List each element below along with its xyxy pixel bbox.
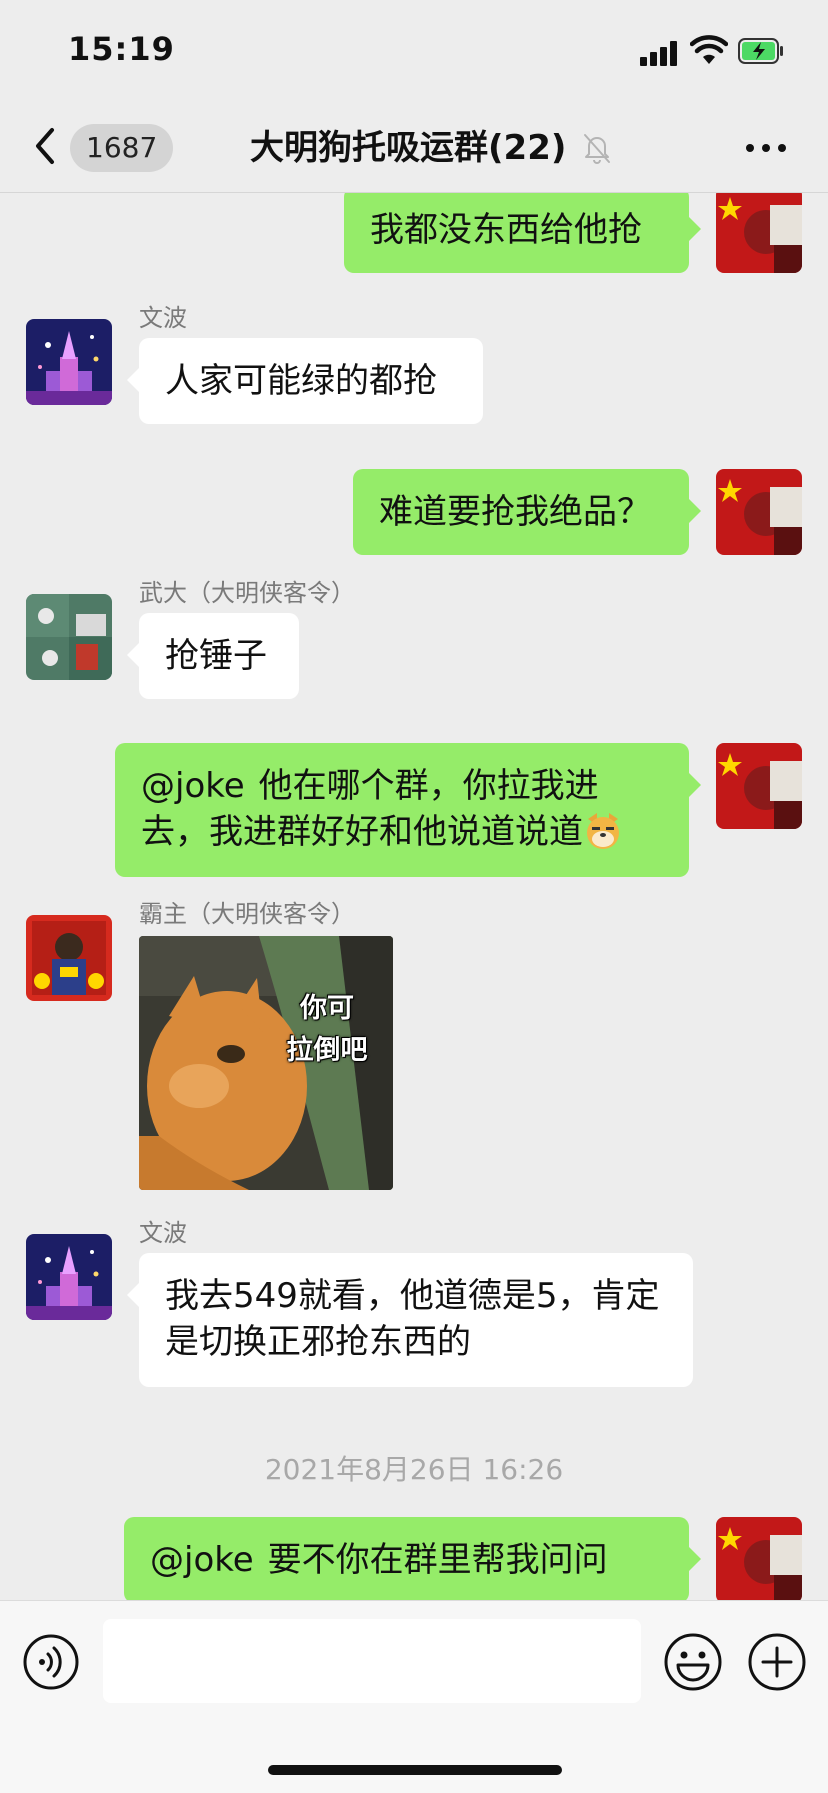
plus-icon[interactable] xyxy=(746,1631,808,1693)
sticker-caption-line: 拉倒吧 xyxy=(286,1035,368,1066)
back-chevron-icon[interactable] xyxy=(28,122,64,170)
input-bar xyxy=(0,1600,828,1793)
sender-name: 文波 xyxy=(139,304,187,332)
avatar[interactable] xyxy=(716,469,802,555)
message-bubble[interactable]: 抢锤子 xyxy=(127,613,299,699)
avatar[interactable] xyxy=(716,743,802,829)
message-row: 文波 人家可能绿的都抢 xyxy=(0,303,828,443)
message-bubble[interactable]: @joke 要不你在群里帮我问问 xyxy=(124,1517,701,1600)
status-time: 15:19 xyxy=(68,30,175,68)
message-input[interactable] xyxy=(103,1619,641,1703)
avatar[interactable] xyxy=(26,319,112,405)
battery-charging-icon xyxy=(738,38,783,64)
message-row: 霸主（大明侠客令） 你可 拉倒吧 xyxy=(0,899,828,1199)
status-bar: 15:19 xyxy=(0,0,828,100)
voice-icon[interactable] xyxy=(22,1633,80,1691)
mention-tag[interactable]: @joke xyxy=(150,1540,254,1580)
avatar[interactable] xyxy=(716,1517,802,1600)
message-bubble[interactable]: 人家可能绿的都抢 xyxy=(127,338,483,424)
dog-face-emoji xyxy=(587,813,619,849)
message-row: @joke 他在哪个群，你拉我进去，我进群好好和他说道说道 xyxy=(0,723,828,877)
mute-bell-icon xyxy=(584,134,610,164)
sender-name: 霸主（大明侠客令） xyxy=(139,900,355,928)
message-bubble[interactable]: @joke 他在哪个群，你拉我进去，我进群好好和他说道说道 xyxy=(115,743,701,877)
mention-tag[interactable]: @joke xyxy=(141,766,245,806)
message-bubble[interactable]: 我都没东西给他抢 xyxy=(344,193,701,273)
timestamp-divider: 2021年8月26日 16:26 xyxy=(264,1453,564,1486)
avatar[interactable] xyxy=(26,1234,112,1320)
message-bubble[interactable]: 我去549就看，他道德是5，肯定是切换正邪抢东西的 xyxy=(127,1253,693,1387)
emoji-icon[interactable] xyxy=(662,1631,724,1693)
home-indicator xyxy=(268,1765,562,1775)
avatar[interactable] xyxy=(26,594,112,680)
avatar[interactable] xyxy=(716,193,802,273)
message-bubble[interactable]: 难道要抢我绝品？ xyxy=(353,469,701,555)
unread-count-badge[interactable]: 1687 xyxy=(70,124,174,172)
cellular-signal-icon xyxy=(640,40,678,66)
wifi-icon xyxy=(690,35,728,64)
message-row: 我都没东西给他抢 xyxy=(0,193,828,273)
message-row: 文波 我去549就看，他道德是5，肯定是切换正邪抢东西的 xyxy=(0,1218,828,1408)
message-list[interactable]: 我都没东西给他抢 文波 人家可能绿的都抢 难道要抢我绝品？ 武大（大明侠客令） … xyxy=(0,193,828,1600)
sticker-image[interactable]: 你可 拉倒吧 xyxy=(139,936,393,1190)
message-row: @joke 要不你在群里帮我问问 xyxy=(0,1493,828,1600)
chat-title: 大明狗托吸运群(22) xyxy=(250,128,567,168)
message-row: 武大（大明侠客令） 抢锤子 xyxy=(0,578,828,718)
message-text: 要不你在群里帮我问问 xyxy=(267,1540,608,1580)
message-row: 难道要抢我绝品？ xyxy=(0,449,828,555)
chat-header: 1687 大明狗托吸运群(22) xyxy=(0,100,828,193)
sender-name: 文波 xyxy=(139,1219,187,1247)
sender-name: 武大（大明侠客令） xyxy=(139,579,355,607)
more-dots-icon[interactable] xyxy=(742,136,790,160)
avatar[interactable] xyxy=(26,915,112,1001)
sticker-caption-line: 你可 xyxy=(300,993,354,1024)
